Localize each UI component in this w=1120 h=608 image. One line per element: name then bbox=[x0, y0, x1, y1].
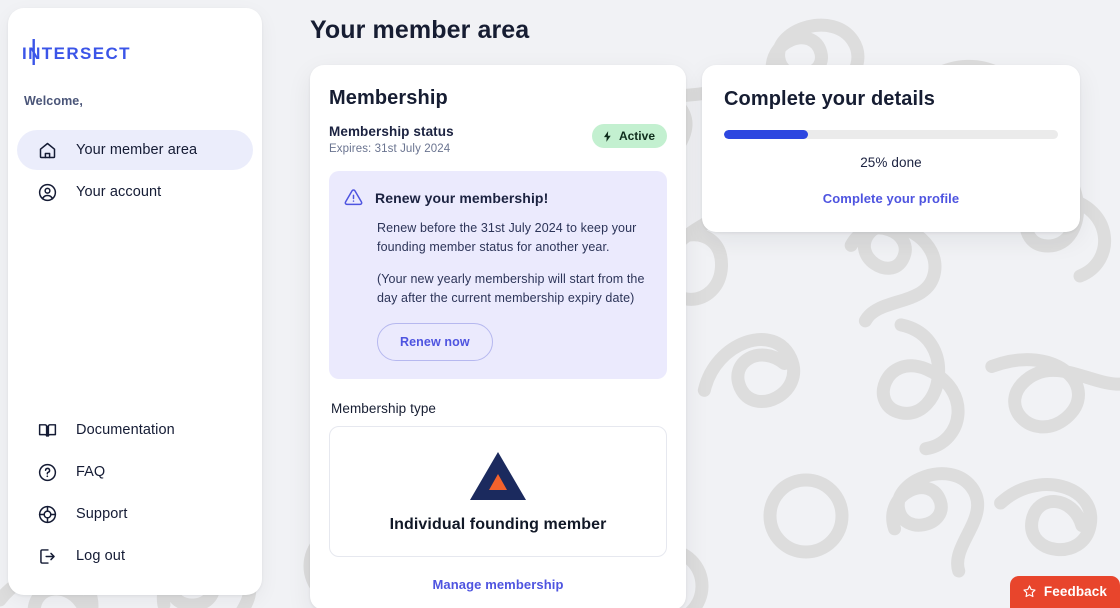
membership-type-name: Individual founding member bbox=[389, 515, 607, 533]
sidebar-item-support[interactable]: Support bbox=[17, 493, 253, 535]
membership-expiry: Expires: 31st July 2024 bbox=[329, 143, 451, 155]
sidebar-secondary-nav: Documentation FAQ Support Log out bbox=[8, 409, 262, 595]
lifebuoy-icon bbox=[38, 505, 57, 523]
profile-progress-text: 25% done bbox=[860, 155, 922, 170]
membership-status-row: Membership status Expires: 31st July 202… bbox=[329, 124, 667, 155]
membership-type-box: Individual founding member bbox=[329, 426, 667, 557]
welcome-text: Welcome, bbox=[24, 94, 83, 108]
sidebar: INTERSECT INTERSECT Welcome, Your member… bbox=[8, 8, 262, 595]
sidebar-item-label: FAQ bbox=[76, 464, 106, 480]
manage-membership-link[interactable]: Manage membership bbox=[329, 577, 667, 592]
renew-alert-paragraph-1: Renew before the 31st July 2024 to keep … bbox=[377, 221, 637, 254]
sidebar-column: INTERSECT INTERSECT Welcome, Your member… bbox=[0, 0, 262, 608]
warning-triangle-icon bbox=[344, 189, 363, 206]
membership-card: Membership Membership status Expires: 31… bbox=[310, 65, 686, 608]
sidebar-item-label: Your member area bbox=[76, 142, 198, 158]
sidebar-item-label: Log out bbox=[76, 548, 126, 564]
membership-status-text: Membership status Expires: 31st July 202… bbox=[329, 124, 454, 155]
user-circle-icon bbox=[38, 183, 57, 201]
sidebar-item-your-member-area[interactable]: Your member area bbox=[17, 130, 253, 170]
feedback-button[interactable]: Feedback bbox=[1009, 576, 1120, 608]
complete-profile-link[interactable]: Complete your profile bbox=[724, 191, 1058, 206]
triangle-badge-icon bbox=[470, 451, 526, 500]
complete-details-card: Complete your details 25% done Complete … bbox=[702, 65, 1080, 232]
feedback-button-label: Feedback bbox=[1043, 584, 1107, 599]
sidebar-item-log-out[interactable]: Log out bbox=[17, 535, 253, 577]
membership-type-label: Membership type bbox=[331, 401, 437, 416]
sidebar-item-label: Your account bbox=[76, 184, 162, 200]
app-root: INTERSECT INTERSECT Welcome, Your member… bbox=[0, 0, 1120, 608]
sidebar-primary-nav: Your member area Your account bbox=[8, 108, 262, 214]
main-content: Your member area Membership Membership s… bbox=[262, 0, 1120, 608]
status-badge-label: Active bbox=[618, 129, 655, 143]
brand-logo[interactable]: INTERSECT INTERSECT bbox=[8, 32, 262, 72]
status-badge: Active bbox=[591, 124, 667, 148]
sidebar-item-label: Documentation bbox=[76, 422, 175, 438]
profile-progress-fill bbox=[724, 130, 808, 139]
sidebar-item-documentation[interactable]: Documentation bbox=[17, 409, 253, 451]
question-circle-icon bbox=[38, 463, 57, 481]
renew-now-button[interactable]: Renew now bbox=[377, 323, 493, 361]
renew-alert-paragraph-2: (Your new yearly membership will start f… bbox=[377, 272, 645, 305]
sidebar-item-faq[interactable]: FAQ bbox=[17, 451, 253, 493]
cards-row: Membership Membership status Expires: 31… bbox=[310, 65, 1120, 608]
membership-card-title: Membership bbox=[329, 87, 448, 109]
renew-alert: Renew your membership! Renew before the … bbox=[329, 171, 667, 379]
home-icon bbox=[39, 142, 56, 158]
renew-alert-body: Renew before the 31st July 2024 to keep … bbox=[343, 219, 651, 361]
membership-status-label: Membership status bbox=[329, 124, 454, 139]
star-icon bbox=[1023, 585, 1036, 598]
logout-icon bbox=[40, 548, 55, 564]
sidebar-item-label: Support bbox=[76, 506, 128, 522]
renew-alert-header: Renew your membership! bbox=[343, 187, 651, 208]
intersect-logo-icon: INTERSECT bbox=[22, 39, 131, 65]
sidebar-item-your-account[interactable]: Your account bbox=[17, 172, 253, 212]
renew-alert-title: Renew your membership! bbox=[375, 189, 549, 206]
book-icon bbox=[38, 423, 57, 437]
lightning-bolt-icon bbox=[603, 130, 611, 142]
profile-progress-bar bbox=[724, 130, 1058, 139]
svg-text:INTERSECT: INTERSECT bbox=[22, 44, 131, 63]
page-title: Your member area bbox=[310, 16, 530, 44]
details-card-title: Complete your details bbox=[724, 88, 936, 110]
